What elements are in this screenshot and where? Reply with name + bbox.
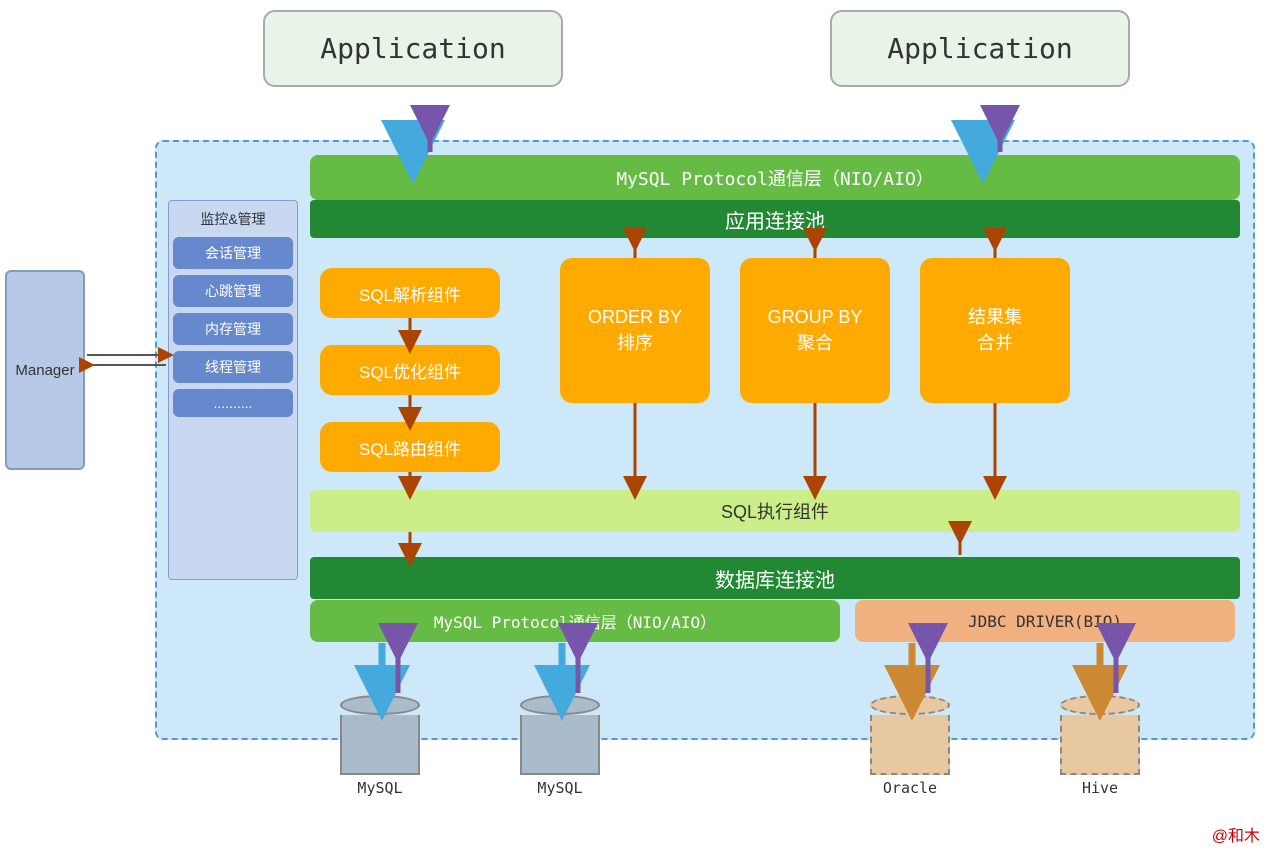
sql-execution-box: SQL执行组件 xyxy=(310,490,1240,532)
order-by-line2: 排序 xyxy=(617,331,653,356)
sql-route-label: SQL路由组件 xyxy=(359,435,461,460)
monitor-item-thread: 线程管理 xyxy=(173,351,293,383)
cylinder-body-oracle xyxy=(870,715,950,775)
cylinder-body-mysql2 xyxy=(520,715,600,775)
app-connection-pool: 应用连接池 xyxy=(310,200,1240,238)
manager-box: Manager xyxy=(5,270,85,470)
order-by-line1: ORDER BY xyxy=(588,305,682,330)
diagram-container: Application Application Manager 监控&管理 会话… xyxy=(0,0,1280,856)
monitor-item-heartbeat: 心跳管理 xyxy=(173,275,293,307)
mysql-protocol-top: MySQL Protocol通信层（NIO/AIO） xyxy=(310,155,1240,200)
db-hive: Hive xyxy=(1060,695,1140,797)
sql-optimize-label: SQL优化组件 xyxy=(359,358,461,383)
db-connection-pool: 数据库连接池 xyxy=(310,557,1240,599)
result-merge-line2: 合并 xyxy=(977,331,1013,356)
order-by-box: ORDER BY 排序 xyxy=(560,258,710,403)
group-by-line1: GROUP BY xyxy=(768,305,863,330)
group-by-box: GROUP BY 聚合 xyxy=(740,258,890,403)
watermark: @和木 xyxy=(1212,822,1260,846)
cylinder-body-mysql1 xyxy=(340,715,420,775)
sql-optimize-box: SQL优化组件 xyxy=(320,345,500,395)
result-merge-box: 结果集 合并 xyxy=(920,258,1070,403)
cylinder-body-hive xyxy=(1060,715,1140,775)
app-label-right: Application xyxy=(887,32,1072,65)
sql-parse-label: SQL解析组件 xyxy=(359,281,461,306)
cylinder-top-hive xyxy=(1060,695,1140,715)
sql-execution-label: SQL执行组件 xyxy=(721,498,829,524)
monitor-item-memory: 内存管理 xyxy=(173,313,293,345)
app-connection-pool-label: 应用连接池 xyxy=(725,205,825,234)
cylinder-top-mysql1 xyxy=(340,695,420,715)
group-by-line2: 聚合 xyxy=(797,331,833,356)
sql-parse-box: SQL解析组件 xyxy=(320,268,500,318)
sql-route-box: SQL路由组件 xyxy=(320,422,500,472)
monitor-item-dots: .......... xyxy=(173,389,293,417)
cylinder-label-mysql2: MySQL xyxy=(537,779,582,797)
mysql-protocol-bottom-label: MySQL Protocol通信层（NIO/AIO） xyxy=(434,609,716,633)
app-label-left: Application xyxy=(320,32,505,65)
cylinder-label-oracle: Oracle xyxy=(883,779,937,797)
monitor-title: 监控&管理 xyxy=(173,209,293,229)
cylinder-top-oracle xyxy=(870,695,950,715)
cylinder-top-mysql2 xyxy=(520,695,600,715)
result-merge-line1: 结果集 xyxy=(968,305,1022,330)
app-box-right: Application xyxy=(830,10,1130,87)
manager-label: Manager xyxy=(15,362,74,379)
jdbc-driver-box: JDBC DRIVER(BIO) xyxy=(855,600,1235,642)
db-oracle: Oracle xyxy=(870,695,950,797)
cylinder-label-hive: Hive xyxy=(1082,779,1118,797)
jdbc-driver-label: JDBC DRIVER(BIO) xyxy=(968,612,1122,631)
app-box-left: Application xyxy=(263,10,563,87)
db-connection-pool-label: 数据库连接池 xyxy=(715,564,835,593)
db-mysql1: MySQL xyxy=(340,695,420,797)
monitor-panel: 监控&管理 会话管理 心跳管理 内存管理 线程管理 .......... xyxy=(168,200,298,580)
monitor-item-session: 会话管理 xyxy=(173,237,293,269)
cylinder-label-mysql1: MySQL xyxy=(357,779,402,797)
mysql-protocol-bottom: MySQL Protocol通信层（NIO/AIO） xyxy=(310,600,840,642)
db-mysql2: MySQL xyxy=(520,695,600,797)
mysql-protocol-top-label: MySQL Protocol通信层（NIO/AIO） xyxy=(616,165,934,191)
